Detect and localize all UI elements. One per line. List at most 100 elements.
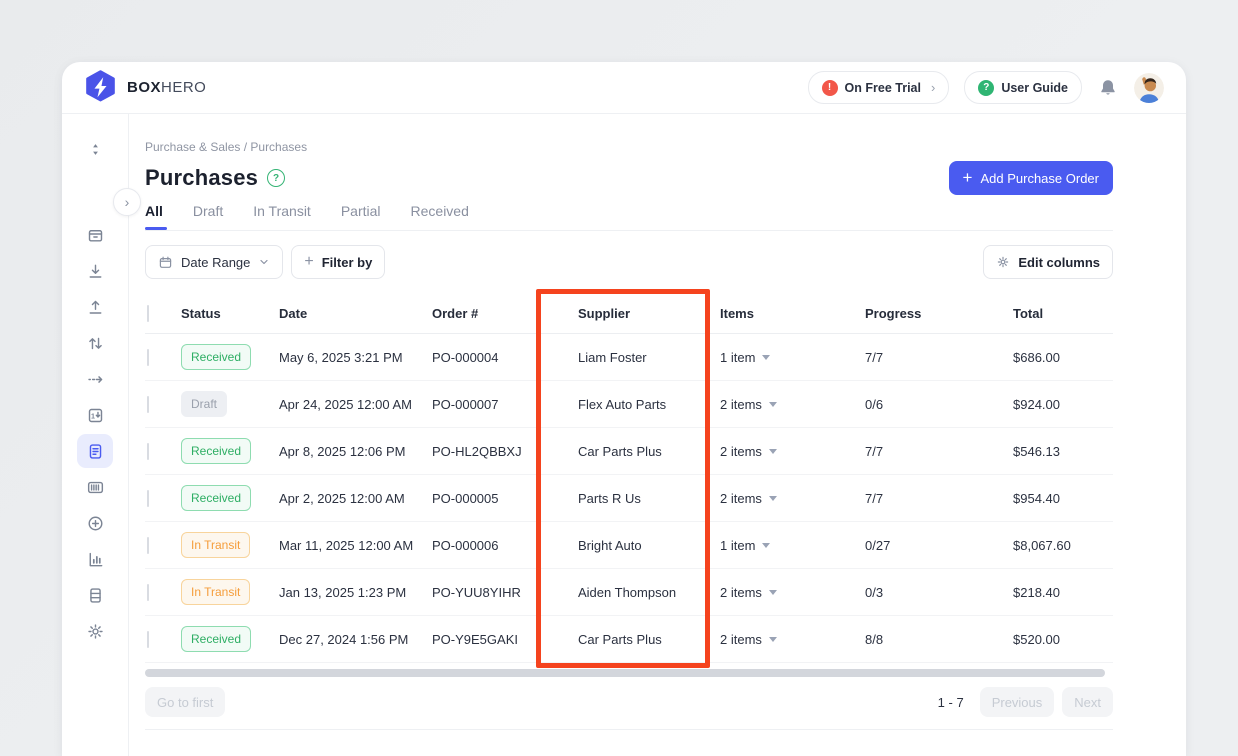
order-number: PO-000006: [432, 538, 578, 553]
column-header-order: Order #: [432, 306, 578, 321]
sidebar-item-items[interactable]: [77, 218, 113, 252]
date-range-dropdown[interactable]: Date Range: [145, 245, 283, 279]
free-trial-button[interactable]: ! On Free Trial ›: [808, 71, 950, 104]
status-badge: Received: [181, 344, 251, 370]
boxhero-logo-icon: [84, 70, 117, 105]
supplier-name: Liam Foster: [578, 350, 720, 365]
stock-in-icon: [86, 262, 105, 281]
brand[interactable]: BOXHERO: [84, 70, 206, 105]
sidebar-item-reorder[interactable]: [77, 132, 113, 166]
order-number: PO-YUU8YIHR: [432, 585, 578, 600]
breadcrumb: Purchase & Sales / Purchases: [145, 140, 1170, 154]
total-amount: $8,067.60: [1013, 538, 1113, 553]
total-amount: $686.00: [1013, 350, 1113, 365]
tab-received[interactable]: Received: [411, 203, 469, 230]
order-date: Dec 27, 2024 1:56 PM: [279, 632, 432, 647]
column-header-supplier: Supplier: [578, 306, 720, 321]
row-checkbox[interactable]: [147, 490, 149, 507]
desktop-background: BOXHERO ! On Free Trial › ? User Guide: [0, 0, 1238, 756]
total-amount: $520.00: [1013, 632, 1113, 647]
edit-columns-button[interactable]: Edit columns: [983, 245, 1113, 279]
sidebar-item-stock-out[interactable]: [77, 290, 113, 324]
table-row: ReceivedApr 8, 2025 12:06 PMPO-HL2QBBXJC…: [145, 428, 1113, 475]
table-row: In TransitJan 13, 2025 1:23 PMPO-YUU8YIH…: [145, 569, 1113, 616]
items-dropdown[interactable]: 2 items: [720, 585, 865, 600]
sidebar-expand-button[interactable]: ›: [113, 188, 141, 216]
user-avatar[interactable]: [1134, 73, 1164, 103]
next-page-button[interactable]: Next: [1062, 687, 1113, 717]
order-date: Mar 11, 2025 12:00 AM: [279, 538, 432, 553]
sidebar-item-stock-in[interactable]: [77, 254, 113, 288]
svg-text:1: 1: [90, 412, 94, 420]
status-badge: Received: [181, 485, 251, 511]
user-guide-label: User Guide: [1001, 81, 1068, 95]
items-dropdown[interactable]: 2 items: [720, 397, 865, 412]
data-center-icon: [86, 586, 105, 605]
total-amount: $924.00: [1013, 397, 1113, 412]
purchase-sales-icon: [86, 442, 105, 461]
help-icon[interactable]: ?: [267, 169, 285, 187]
items-dropdown[interactable]: 1 item: [720, 350, 865, 365]
chevron-down-icon: [258, 256, 270, 268]
column-header-progress: Progress: [865, 306, 1013, 321]
tab-in-transit[interactable]: In Transit: [253, 203, 311, 230]
analytics-icon: [86, 550, 105, 569]
sidebar-item-add-new[interactable]: [77, 506, 113, 540]
add-purchase-order-button[interactable]: + Add Purchase Order: [949, 161, 1113, 195]
user-guide-button[interactable]: ? User Guide: [964, 71, 1082, 104]
notifications-bell-icon[interactable]: [1097, 76, 1119, 100]
go-to-first-button[interactable]: Go to first: [145, 687, 225, 717]
scrollbar-thumb[interactable]: [145, 669, 1105, 677]
table-row: ReceivedDec 27, 2024 1:56 PMPO-Y9E5GAKIC…: [145, 616, 1113, 663]
items-dropdown[interactable]: 2 items: [720, 632, 865, 647]
items-dropdown[interactable]: 1 item: [720, 538, 865, 553]
row-checkbox[interactable]: [147, 443, 149, 460]
sidebar-item-stocktake[interactable]: 1: [77, 398, 113, 432]
sidebar-item-analytics[interactable]: [77, 542, 113, 576]
row-checkbox[interactable]: [147, 537, 149, 554]
sidebar-item-purchase-sales[interactable]: [77, 434, 113, 468]
row-checkbox[interactable]: [147, 349, 149, 366]
supplier-name: Aiden Thompson: [578, 585, 720, 600]
settings-icon: [86, 622, 105, 641]
free-trial-label: On Free Trial: [845, 81, 921, 95]
caret-down-icon: [769, 637, 777, 642]
order-number: PO-000005: [432, 491, 578, 506]
items-dropdown[interactable]: 2 items: [720, 491, 865, 506]
tab-all[interactable]: All: [145, 203, 163, 230]
row-checkbox[interactable]: [147, 396, 149, 413]
pagination: Go to first 1 - 7 Previous Next: [145, 687, 1113, 717]
question-icon: ?: [978, 80, 994, 96]
tabs-divider: [145, 230, 1113, 231]
page-title: Purchases: [145, 165, 258, 191]
supplier-name: Parts R Us: [578, 491, 720, 506]
sidebar-item-settings[interactable]: [77, 614, 113, 648]
tab-draft[interactable]: Draft: [193, 203, 223, 230]
total-amount: $954.40: [1013, 491, 1113, 506]
sidebar-item-data-center[interactable]: [77, 578, 113, 612]
sidebar-item-barcode[interactable]: [77, 470, 113, 504]
caret-down-icon: [769, 449, 777, 454]
row-checkbox[interactable]: [147, 584, 149, 601]
items-dropdown[interactable]: 2 items: [720, 444, 865, 459]
footer-divider: [145, 729, 1113, 730]
sidebar-item-transfer[interactable]: [77, 362, 113, 396]
progress-value: 7/7: [865, 350, 1013, 365]
items-icon: [86, 226, 105, 245]
horizontal-scrollbar: [145, 669, 1113, 677]
filter-by-button[interactable]: + Filter by: [291, 245, 385, 279]
total-amount: $218.40: [1013, 585, 1113, 600]
select-all-checkbox[interactable]: [147, 305, 149, 322]
row-checkbox[interactable]: [147, 631, 149, 648]
chevron-right-icon: ›: [931, 80, 935, 95]
caret-down-icon: [762, 543, 770, 548]
previous-page-button[interactable]: Previous: [980, 687, 1055, 717]
sidebar-item-move[interactable]: [77, 326, 113, 360]
column-header-status: Status: [181, 306, 279, 321]
progress-value: 7/7: [865, 491, 1013, 506]
transfer-icon: [86, 370, 105, 389]
caret-down-icon: [769, 590, 777, 595]
calendar-icon: [158, 255, 173, 270]
tab-partial[interactable]: Partial: [341, 203, 381, 230]
order-number: PO-000007: [432, 397, 578, 412]
